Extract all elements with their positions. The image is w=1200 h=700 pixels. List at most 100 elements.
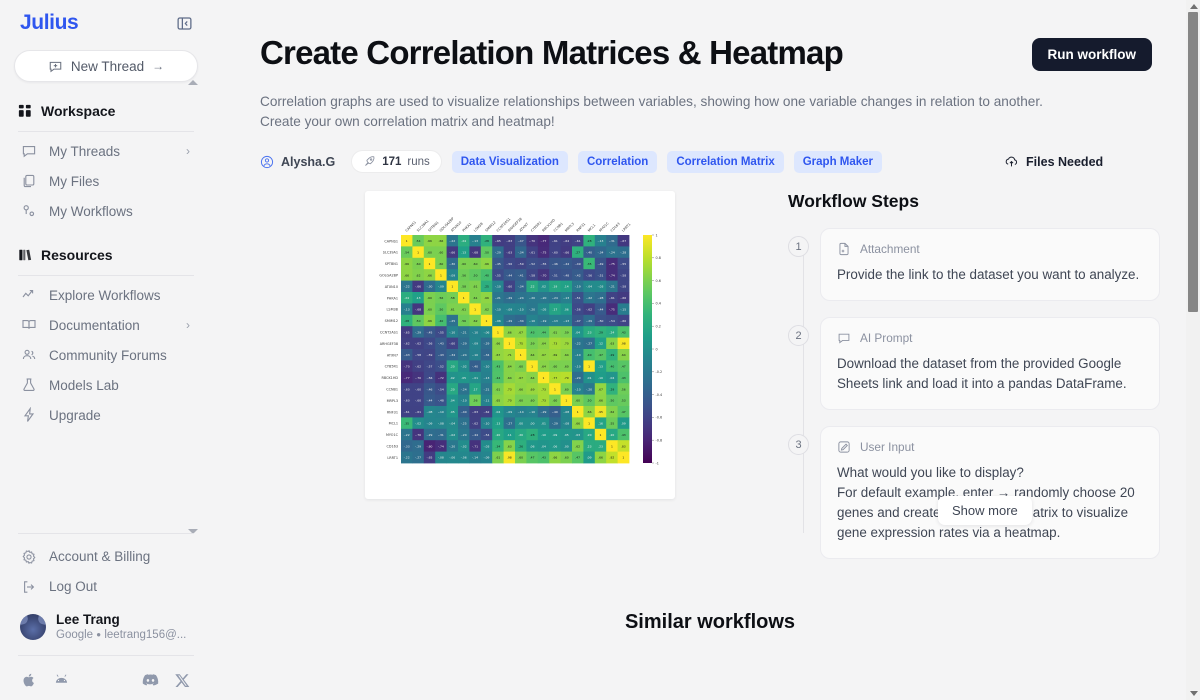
svg-text:-.46: -.46 bbox=[427, 387, 433, 391]
workflow-preview-card[interactable]: 1.54.66.66-.22.24-.13.28-.65-.63-.47-.70… bbox=[365, 191, 675, 499]
svg-text:.04: .04 bbox=[610, 376, 615, 380]
tag-correlation-matrix[interactable]: Correlation Matrix bbox=[667, 151, 783, 173]
svg-text:.13: .13 bbox=[496, 422, 501, 426]
social-links bbox=[14, 664, 198, 700]
new-thread-label: New Thread bbox=[71, 59, 144, 74]
svg-text:.27: .27 bbox=[575, 251, 580, 255]
author[interactable]: Alysha.G bbox=[260, 155, 335, 169]
svg-text:-.45: -.45 bbox=[427, 330, 433, 334]
svg-text:-.10: -.10 bbox=[495, 308, 501, 312]
svg-text:-0.8: -0.8 bbox=[656, 439, 663, 443]
svg-text:.40: .40 bbox=[610, 365, 615, 369]
svg-text:-.29: -.29 bbox=[495, 251, 501, 255]
svg-text:.95: .95 bbox=[598, 410, 603, 414]
svg-text:-.75: -.75 bbox=[609, 262, 615, 266]
svg-text:.60: .60 bbox=[575, 399, 580, 403]
sidebar-item-my-files[interactable]: My Files bbox=[14, 166, 198, 196]
sidebar-item-label: Documentation bbox=[49, 318, 140, 333]
svg-text:-.44: -.44 bbox=[506, 273, 512, 277]
svg-text:.04: .04 bbox=[575, 330, 580, 334]
sidebar-item-documentation[interactable]: Documentation › bbox=[14, 310, 198, 340]
files-needed-label: Files Needed bbox=[1026, 155, 1103, 169]
steps-list: 1 Attachment bbox=[788, 228, 1160, 559]
svg-text:-.29: -.29 bbox=[541, 410, 547, 414]
svg-text:.28: .28 bbox=[404, 319, 409, 323]
svg-text:-.56: -.56 bbox=[427, 342, 433, 346]
julius-logo[interactable]: Julius bbox=[18, 11, 78, 35]
apple-icon[interactable] bbox=[22, 672, 37, 688]
android-icon[interactable] bbox=[53, 672, 70, 688]
sidebar-item-account-billing[interactable]: Account & Billing bbox=[14, 542, 198, 572]
sidebar-item-explore-workflows[interactable]: Explore Workflows bbox=[14, 280, 198, 310]
x-twitter-icon[interactable] bbox=[175, 673, 190, 688]
workspace-grid-icon bbox=[18, 104, 32, 118]
tag-data-visualization[interactable]: Data Visualization bbox=[452, 151, 568, 173]
svg-text:-.03: -.03 bbox=[598, 285, 604, 289]
svg-text:1: 1 bbox=[520, 353, 522, 357]
panel-collapse-icon[interactable] bbox=[174, 13, 194, 33]
svg-text:-.80: -.80 bbox=[427, 444, 433, 448]
avatar bbox=[20, 614, 46, 640]
svg-text:-.06: -.06 bbox=[484, 330, 490, 334]
svg-text:-.09: -.09 bbox=[506, 410, 512, 414]
section-title: Workspace bbox=[41, 103, 115, 119]
tag-graph-maker[interactable]: Graph Maker bbox=[794, 151, 882, 173]
svg-text:.50: .50 bbox=[473, 273, 478, 277]
sidebar-item-community-forums[interactable]: Community Forums bbox=[14, 340, 198, 370]
files-needed-indicator: Files Needed bbox=[1004, 154, 1103, 169]
sidebar-item-log-out[interactable]: Log Out bbox=[14, 572, 198, 602]
svg-text:-.77: -.77 bbox=[404, 376, 410, 380]
svg-text:.06: .06 bbox=[564, 308, 569, 312]
svg-text:.55: .55 bbox=[610, 422, 615, 426]
svg-text:.60: .60 bbox=[518, 365, 523, 369]
svg-text:-.10: -.10 bbox=[495, 285, 501, 289]
vertical-scrollbar[interactable] bbox=[1186, 0, 1200, 700]
svg-text:-.10: -.10 bbox=[472, 330, 478, 334]
show-more-button[interactable]: Show more bbox=[938, 496, 1032, 525]
svg-text:-.70: -.70 bbox=[415, 376, 421, 380]
scroll-down-arrow-icon[interactable] bbox=[1190, 691, 1198, 696]
svg-text:.20: .20 bbox=[496, 433, 501, 437]
lightning-bolt-icon bbox=[20, 407, 37, 424]
sidebar-item-my-threads[interactable]: My Threads › bbox=[14, 136, 198, 166]
svg-text:-.15: -.15 bbox=[620, 308, 626, 312]
sidebar-item-my-workflows[interactable]: My Workflows bbox=[14, 196, 198, 226]
svg-text:-.13: -.13 bbox=[552, 319, 558, 323]
svg-text:-.10: -.10 bbox=[484, 365, 490, 369]
svg-text:1: 1 bbox=[463, 296, 465, 300]
scroll-up-arrow-icon[interactable] bbox=[1190, 4, 1198, 9]
svg-text:-.14: -.14 bbox=[518, 410, 524, 414]
step-kind-label: Attachment bbox=[860, 242, 920, 256]
step-card[interactable]: AI Prompt Download the dataset from the … bbox=[820, 317, 1160, 410]
app-root: Julius New Thread → bbox=[0, 0, 1200, 700]
scroll-up-caret[interactable] bbox=[188, 80, 198, 85]
svg-text:-.62: -.62 bbox=[586, 308, 592, 312]
svg-text:.56: .56 bbox=[621, 387, 626, 391]
preview-column: 1.54.66.66-.22.24-.13.28-.65-.63-.47-.70… bbox=[260, 191, 780, 575]
run-workflow-button[interactable]: Run workflow bbox=[1032, 38, 1153, 71]
svg-text:-.62: -.62 bbox=[404, 342, 410, 346]
svg-text:.67: .67 bbox=[541, 353, 546, 357]
sidebar-item-models-lab[interactable]: Models Lab bbox=[14, 370, 198, 400]
sidebar-item-label: Explore Workflows bbox=[49, 288, 161, 303]
step-kind: Attachment bbox=[837, 242, 1143, 256]
svg-text:.56: .56 bbox=[461, 319, 466, 323]
profile-card[interactable]: Lee Trang Google ● leetrang156@... bbox=[14, 602, 198, 655]
svg-text:.20: .20 bbox=[587, 433, 592, 437]
tag-correlation[interactable]: Correlation bbox=[578, 151, 657, 173]
svg-text:-.10: -.10 bbox=[484, 422, 490, 426]
sidebar-item-upgrade[interactable]: Upgrade bbox=[14, 400, 198, 430]
svg-text:-.34: -.34 bbox=[484, 353, 490, 357]
svg-text:-.66: -.66 bbox=[449, 251, 455, 255]
svg-text:-.54: -.54 bbox=[438, 387, 444, 391]
step-card[interactable]: Attachment Provide the link to the datas… bbox=[820, 228, 1160, 301]
step-card[interactable]: User Input What would you like to displa… bbox=[820, 426, 1160, 559]
svg-text:-.20: -.20 bbox=[586, 387, 592, 391]
svg-text:.64: .64 bbox=[507, 376, 512, 380]
scrollbar-thumb[interactable] bbox=[1188, 12, 1198, 312]
svg-text:CCNB1: CCNB1 bbox=[553, 222, 564, 233]
discord-icon[interactable] bbox=[142, 673, 159, 688]
svg-text:.47: .47 bbox=[575, 456, 580, 460]
svg-text:.50: .50 bbox=[439, 308, 444, 312]
new-thread-button[interactable]: New Thread → bbox=[14, 50, 198, 82]
